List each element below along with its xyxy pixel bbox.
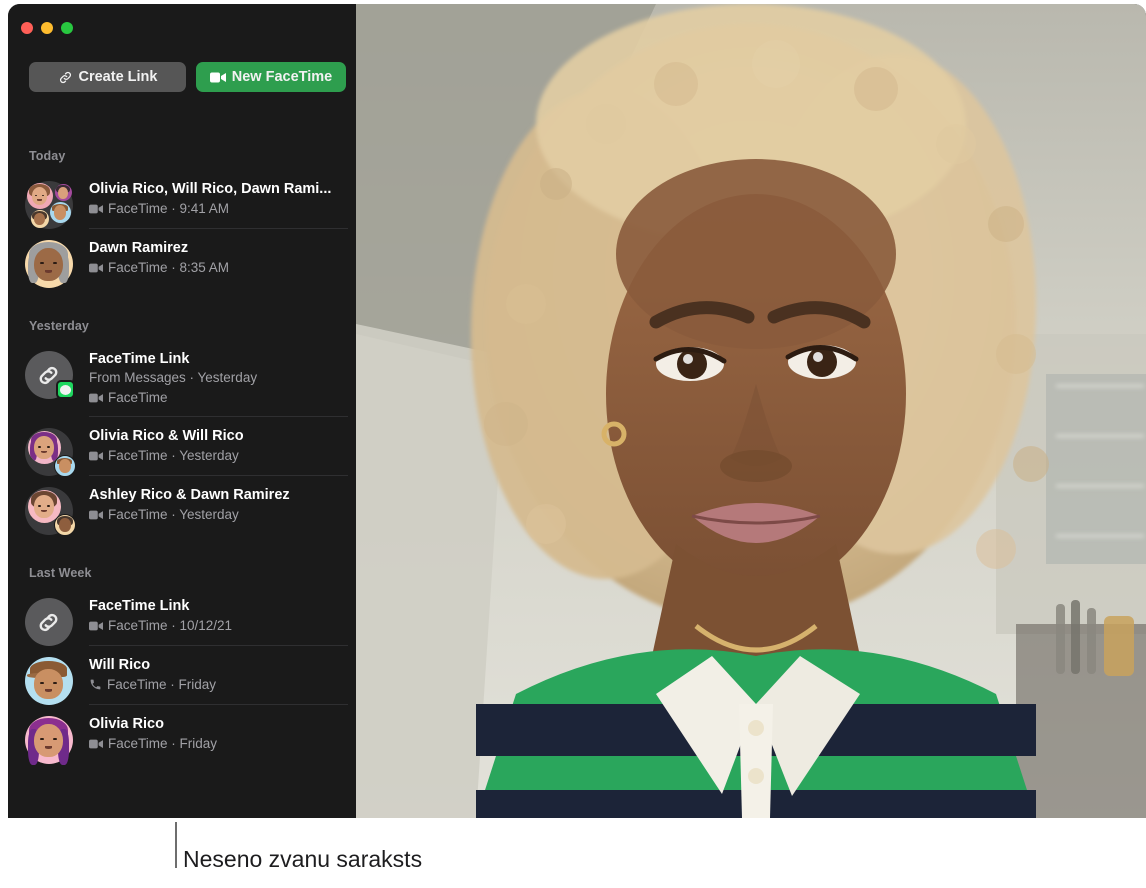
call-row-group-olivia-will-dawn[interactable]: Olivia Rico, Will Rico, Dawn Rami... Fac… [8,170,356,229]
call-title: FaceTime Link [89,350,346,368]
phone-icon [89,678,102,691]
avatar-dawn-ramirez [25,240,73,288]
facetime-video-frame [356,4,1146,818]
new-facetime-label: New FaceTime [232,69,332,85]
call-row-dawn-ramirez[interactable]: Dawn Ramirez FaceTime · 8:35 AM [8,229,356,288]
row-body: FaceTime Link FaceTime · 10/12/21 [89,597,356,645]
avatar-olivia-rico [25,716,73,764]
call-title: Will Rico [89,656,346,674]
create-link-button[interactable]: Create Link [29,62,186,92]
video-camera-icon [89,739,103,749]
call-row-facetime-link-lastweek[interactable]: FaceTime Link FaceTime · 10/12/21 [8,587,356,646]
call-meta: FaceTime · Yesterday [89,505,346,524]
call-meta-text: FaceTime · Friday [107,676,216,694]
call-meta-text: FaceTime · Friday [108,735,217,753]
avatar-face-will [50,202,71,223]
group-avatar-olivia-will [25,428,73,476]
call-title: Dawn Ramirez [89,239,346,257]
call-title: Olivia Rico & Will Rico [89,427,346,445]
avatar-cell [8,597,89,646]
call-row-olivia-rico[interactable]: Olivia Rico FaceTime · Friday [8,705,356,764]
video-camera-icon [89,393,103,403]
avatar-face-olivia [27,183,53,209]
avatar-cell [8,656,89,705]
call-row-facetime-link-yesterday[interactable]: FaceTime Link From Messages · Yesterday … [8,340,356,417]
call-title: Ashley Rico & Dawn Ramirez [89,486,346,504]
section-header-last-week: Last Week [8,559,356,587]
row-body: Ashley Rico & Dawn Ramirez FaceTime · Ye… [89,486,356,534]
row-body: FaceTime Link From Messages · Yesterday … [89,350,356,417]
call-meta-text: FaceTime · Yesterday [108,447,239,465]
section-header-today: Today [8,142,356,170]
facetime-link-icon [25,351,73,399]
facetime-link-icon [25,598,73,646]
action-bar: Create Link New FaceTime [29,62,346,92]
video-camera-icon [210,72,226,83]
close-button[interactable] [21,22,33,34]
zoom-button[interactable] [61,22,73,34]
caption-leader-line [175,822,177,868]
new-facetime-button[interactable]: New FaceTime [196,62,346,92]
row-body: Will Rico FaceTime · Friday [89,656,356,704]
call-meta: FaceTime · Friday [89,734,346,753]
video-camera-icon [89,204,103,214]
window-controls [21,22,73,34]
row-body: Dawn Ramirez FaceTime · 8:35 AM [89,239,356,287]
call-meta-text: FaceTime · Yesterday [108,506,239,524]
avatar-cell [8,239,89,288]
avatar-cell [8,486,89,535]
call-title: Olivia Rico [89,715,346,733]
call-row-will-rico[interactable]: Will Rico FaceTime · Friday [8,646,356,705]
row-body: Olivia Rico, Will Rico, Dawn Rami... Fac… [89,180,356,228]
avatar-cell [8,350,89,399]
video-camera-icon [89,263,103,273]
group-avatar-ashley-dawn [25,487,73,535]
avatar-face-will [54,455,76,477]
video-camera-icon [89,621,103,631]
avatar-cell [8,715,89,764]
avatar-cell [8,180,89,229]
call-meta: FaceTime · 9:41 AM [89,199,346,218]
minimize-button[interactable] [41,22,53,34]
call-row-olivia-will[interactable]: Olivia Rico & Will Rico FaceTime · Yeste… [8,417,356,476]
call-meta: FaceTime · Yesterday [89,446,346,465]
screenshot-root: Create Link New FaceTime Today [0,0,1146,888]
call-meta-text: FaceTime [108,389,168,407]
row-body: Olivia Rico & Will Rico FaceTime · Yeste… [89,427,356,475]
avatar-will-rico [25,657,73,705]
call-subtitle: From Messages · Yesterday [89,369,346,387]
call-meta: FaceTime [89,388,346,407]
section-header-yesterday: Yesterday [8,312,356,340]
group-avatar-olivia-will-dawn [25,181,73,229]
recent-calls-list[interactable]: Today [8,122,356,818]
call-title: FaceTime Link [89,597,346,615]
call-title: Olivia Rico, Will Rico, Dawn Rami... [89,180,346,198]
video-pane[interactable] [356,4,1146,818]
facetime-window: Create Link New FaceTime Today [8,4,1146,818]
call-meta-text: FaceTime · 10/12/21 [108,617,232,635]
avatar-face-dawn [54,514,76,536]
avatar-face-dawn [31,210,49,228]
call-meta-text: FaceTime · 8:35 AM [108,259,229,277]
call-meta: FaceTime · 8:35 AM [89,258,346,277]
avatar-cell [8,427,89,476]
row-body: Olivia Rico FaceTime · Friday [89,715,356,763]
call-row-ashley-dawn[interactable]: Ashley Rico & Dawn Ramirez FaceTime · Ye… [8,476,356,535]
messages-badge-icon [56,380,75,399]
link-icon [58,70,73,85]
call-meta: FaceTime · 10/12/21 [89,616,346,635]
avatar-face-ashley [55,184,72,201]
create-link-label: Create Link [79,69,158,85]
call-meta-text: FaceTime · 9:41 AM [108,200,229,218]
video-camera-icon [89,510,103,520]
video-camera-icon [89,451,103,461]
call-meta: FaceTime · Friday [89,675,346,694]
caption-label: Neseno zvanu saraksts [183,846,422,873]
sidebar: Create Link New FaceTime Today [8,4,356,818]
